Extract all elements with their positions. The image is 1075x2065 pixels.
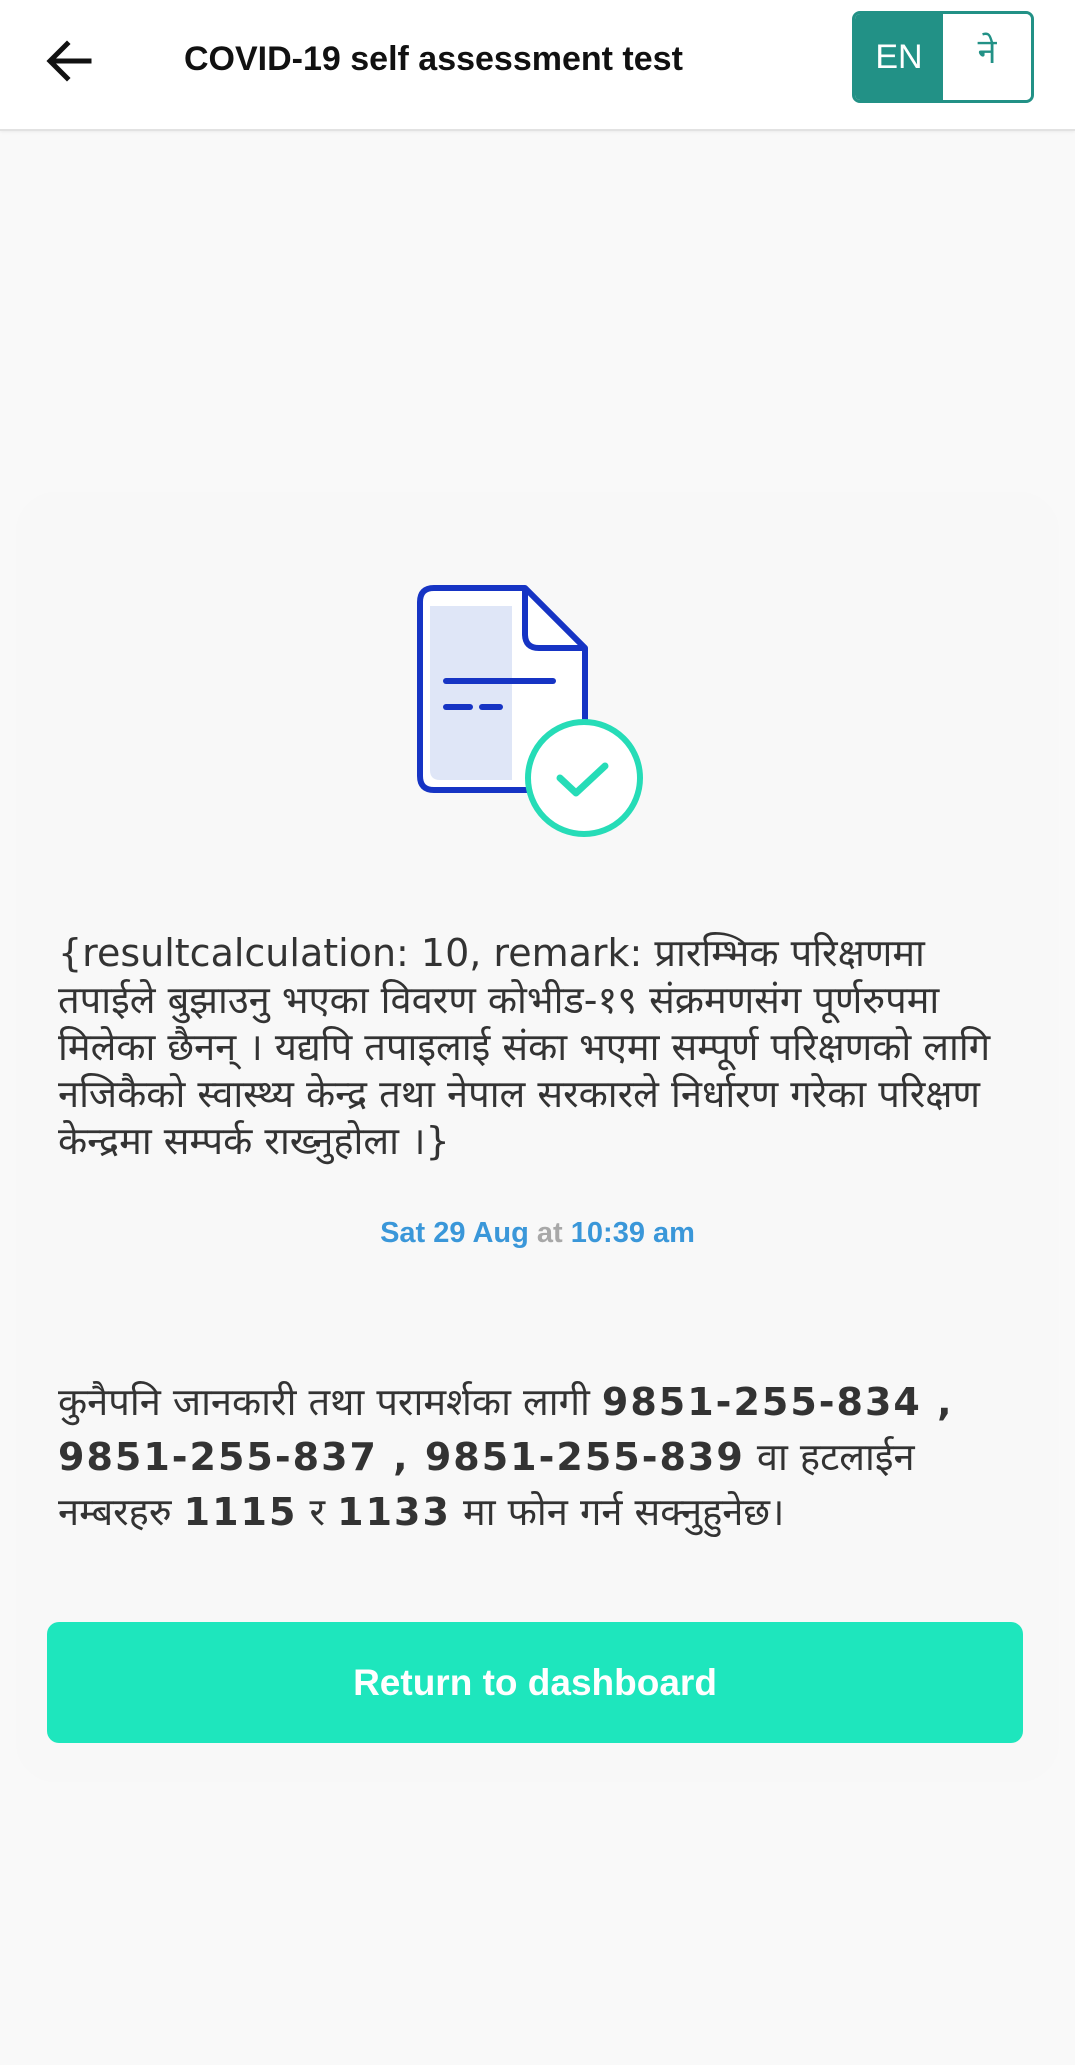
language-toggle: EN ने (852, 11, 1034, 103)
hotline-number-1: 1115 (183, 1490, 298, 1534)
top-app-bar: COVID-19 self assessment test EN ने (0, 0, 1075, 131)
arrow-left-icon (46, 40, 92, 82)
lang-option-ne[interactable]: ने (943, 14, 1031, 100)
result-date: Sat 29 Aug (380, 1217, 529, 1249)
hotline-number-2: 1133 (337, 1490, 451, 1534)
contact-suffix: मा फोन गर्न सक्नुहुनेछ। (450, 1490, 785, 1534)
contact-conjunction: र (297, 1490, 338, 1534)
result-remark: {resultcalculation: 10, remark: प्रारम्भ… (58, 931, 991, 1163)
document-check-icon (417, 585, 643, 837)
lang-option-en[interactable]: EN (855, 14, 943, 100)
result-time: 10:39 am (570, 1217, 695, 1249)
app-screen: COVID-19 self assessment test EN ने {res… (0, 0, 1075, 2065)
back-button[interactable] (30, 22, 108, 100)
return-to-dashboard-button[interactable]: Return to dashboard (47, 1622, 1023, 1743)
contact-prefix: कुनैपनि जानकारी तथा परामर्शका लागी (58, 1380, 602, 1424)
page-title: COVID-19 self assessment test (184, 40, 683, 78)
result-timestamp: Sat 29 Aug at 10:39 am (0, 1213, 1075, 1253)
result-at: at (536, 1217, 563, 1249)
contact-info: कुनैपनि जानकारी तथा परामर्शका लागी 9851-… (58, 1375, 1018, 1540)
